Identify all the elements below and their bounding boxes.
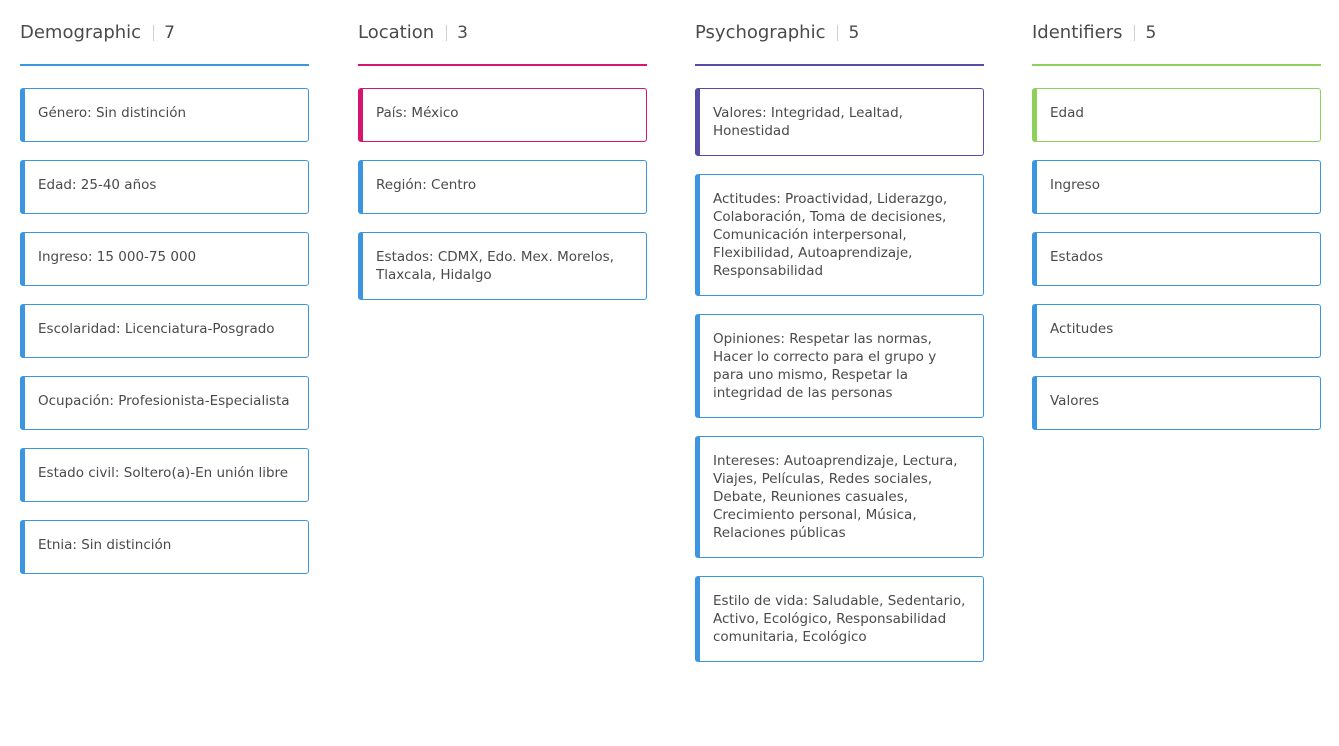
card[interactable]: Estado civil: Soltero(a)-En unión libre: [20, 448, 309, 502]
column-identifiers: Identifiers 5 Edad Ingreso Estados Actit…: [1032, 0, 1321, 448]
card[interactable]: Región: Centro: [358, 160, 647, 214]
column-title: Psychographic: [695, 22, 826, 43]
column-count: 5: [848, 22, 860, 43]
column-psychographic: Psychographic 5 Valores: Integridad, Lea…: [695, 0, 984, 680]
column-header: Demographic 7: [20, 0, 309, 66]
card-list: Valores: Integridad, Lealtad, Honestidad…: [695, 88, 984, 662]
column-title: Identifiers: [1032, 22, 1123, 43]
card[interactable]: Estados: [1032, 232, 1321, 286]
card[interactable]: Escolaridad: Licenciatura-Posgrado: [20, 304, 309, 358]
card-list: País: México Región: Centro Estados: CDM…: [358, 88, 647, 300]
column-header: Identifiers 5: [1032, 0, 1321, 66]
card[interactable]: Edad: 25-40 años: [20, 160, 309, 214]
card[interactable]: Género: Sin distinción: [20, 88, 309, 142]
card-list: Género: Sin distinción Edad: 25-40 años …: [20, 88, 309, 574]
header-divider: [837, 24, 839, 41]
kanban-board: Demographic 7 Género: Sin distinción Eda…: [0, 0, 1339, 746]
card-list: Edad Ingreso Estados Actitudes Valores: [1032, 88, 1321, 430]
card[interactable]: Intereses: Autoaprendizaje, Lectura, Via…: [695, 436, 984, 558]
column-count: 7: [164, 22, 175, 43]
card[interactable]: Ingreso: [1032, 160, 1321, 214]
header-divider: [153, 24, 155, 41]
header-divider: [1134, 24, 1136, 41]
card[interactable]: Ingreso: 15 000-75 000: [20, 232, 309, 286]
card[interactable]: Etnia: Sin distinción: [20, 520, 309, 574]
column-title: Location: [358, 22, 435, 43]
card[interactable]: Edad: [1032, 88, 1321, 142]
card[interactable]: Estados: CDMX, Edo. Mex. Morelos, Tlaxca…: [358, 232, 647, 300]
card[interactable]: Ocupación: Profesionista-Especialista: [20, 376, 309, 430]
card[interactable]: Valores: [1032, 376, 1321, 430]
card[interactable]: País: México: [358, 88, 647, 142]
card[interactable]: Opiniones: Respetar las normas, Hacer lo…: [695, 314, 984, 418]
column-demographic: Demographic 7 Género: Sin distinción Eda…: [20, 0, 309, 592]
card[interactable]: Valores: Integridad, Lealtad, Honestidad: [695, 88, 984, 156]
card[interactable]: Actitudes: [1032, 304, 1321, 358]
card[interactable]: Estilo de vida: Saludable, Sedentario, A…: [695, 576, 984, 662]
column-header: Location 3: [358, 0, 647, 66]
card[interactable]: Actitudes: Proactividad, Liderazgo, Cola…: [695, 174, 984, 296]
column-count: 5: [1145, 22, 1157, 43]
column-header: Psychographic 5: [695, 0, 984, 66]
header-divider: [446, 24, 448, 41]
column-location: Location 3 País: México Región: Centro E…: [358, 0, 647, 318]
column-title: Demographic: [20, 22, 142, 43]
column-count: 3: [457, 22, 468, 43]
